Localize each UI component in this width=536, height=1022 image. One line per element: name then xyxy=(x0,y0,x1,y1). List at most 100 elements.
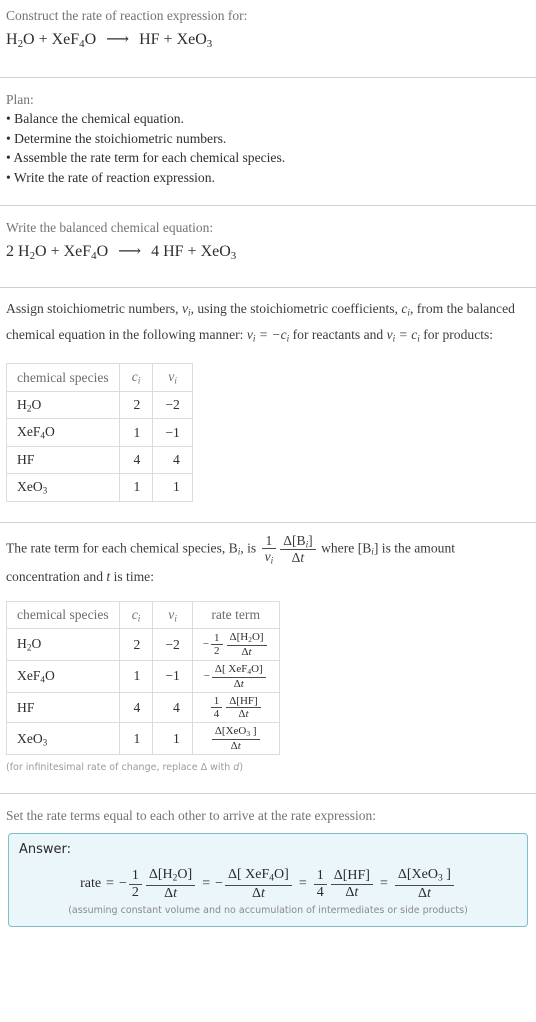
fraction-denominator: Δt xyxy=(226,707,261,720)
reaction-arrow-icon: ⟶ xyxy=(118,243,142,261)
stoichiometric-table: chemical species ci νi H2O 2 −2 XeF4O 1 … xyxy=(6,363,193,502)
cell-c-xeo3: 1 xyxy=(118,472,154,502)
coefficient-hydrogen-fluoride: 4 xyxy=(151,243,160,261)
fraction-denominator: 4 xyxy=(313,883,327,901)
fraction-denominator: Δt xyxy=(225,884,292,902)
fraction-numerator: Δ[HF] xyxy=(229,694,258,707)
symbol-nu-i: νi xyxy=(181,301,191,318)
fraction-denominator: Δt xyxy=(330,883,373,901)
footnote-text-2: ) xyxy=(239,762,244,774)
fraction-delta-xeo3-over-delta-t: Δ[XeO3 ] Δt xyxy=(394,867,454,901)
cell-nu-xeo3: 1 xyxy=(152,722,193,756)
fraction-denominator: Δt xyxy=(145,884,196,902)
assumption-note: (assuming constant volume and no accumul… xyxy=(68,905,468,917)
reaction-arrow-icon: ⟶ xyxy=(106,31,130,48)
cell-nu-xef4o: −1 xyxy=(152,418,193,447)
cell-rate-term-hf: 1 4 Δ[HF] Δt xyxy=(191,691,280,724)
balanced-equation-section: Write the balanced chemical equation: 2 … xyxy=(0,206,536,287)
fraction-numerator: 1 xyxy=(131,868,139,884)
plus-sign: + xyxy=(50,243,64,261)
final-answer-section: Set the rate terms equal to each other t… xyxy=(0,794,536,933)
cell-species-water: H2O xyxy=(6,628,120,662)
column-header-species: chemical species xyxy=(6,600,120,630)
fraction-numerator: Δ[H2O] xyxy=(229,631,264,645)
fraction-denominator: Δt xyxy=(226,644,267,658)
equation-nu-equals-c: νi = ci xyxy=(386,326,420,344)
fraction-numerator: Δ[H2O] xyxy=(148,867,193,884)
cell-c-hf: 4 xyxy=(118,691,154,724)
fraction-delta-hf-over-delta-t: Δ[HF] Δt xyxy=(330,868,373,901)
minus-sign: − xyxy=(203,669,210,682)
fraction-denominator: Δt xyxy=(280,549,316,565)
cell-species-water: H2O xyxy=(6,390,120,420)
stoich-text-1: Assign stoichiometric numbers, xyxy=(6,301,182,317)
cell-nu-xeo3: 1 xyxy=(152,472,193,502)
cell-nu-xef4o: −1 xyxy=(152,660,193,693)
stoich-paragraph: Assign stoichiometric numbers, νi, using… xyxy=(6,298,530,349)
symbol-bracket-B-i: [Bi] xyxy=(357,540,379,557)
plan-step-4: • Write the rate of reaction expression. xyxy=(6,169,215,185)
fraction-numerator: Δ[ XeF4O] xyxy=(214,663,263,677)
plan-heading: Plan: xyxy=(6,92,34,108)
cell-species-xeo3: XeO3 xyxy=(6,472,120,502)
table-row: H2O 2 −2 −1 2 Δ[H2O] Δt xyxy=(6,628,280,662)
prompt-section: Construct the rate of reaction expressio… xyxy=(0,0,536,77)
fraction-numerator: Δ[HF] xyxy=(333,868,370,884)
plan-step-3: • Assemble the rate term for each chemic… xyxy=(6,150,286,166)
step-by-step-solution-page: Construct the rate of reaction expressio… xyxy=(0,0,536,933)
fraction-delta-conc-over-delta-t: Δ[HF] Δt xyxy=(226,694,261,721)
cell-c-xef4o: 1 xyxy=(118,660,154,693)
reactant-xenon-oxytetrafluoride: XeF4O xyxy=(63,243,109,263)
column-header-rate-term: rate term xyxy=(191,600,280,630)
product-hydrogen-fluoride: HF xyxy=(139,31,160,48)
fraction-delta-conc-over-delta-t: Δ[XeO3 ] Δt xyxy=(211,725,260,752)
column-header-nu: νi xyxy=(152,600,193,630)
symbol-B-i: Bi xyxy=(228,540,241,557)
fraction-numerator: Δ[XeO3 ] xyxy=(397,867,451,884)
cell-rate-term-xef4o: − Δ[ XeF4O] Δt xyxy=(191,660,280,693)
table-row: H2O 2 −2 xyxy=(6,390,193,420)
balanced-heading: Write the balanced chemical equation: xyxy=(6,220,214,236)
table-row: XeF4O 1 −1 − Δ[ XeF4O] Δt xyxy=(6,660,280,693)
column-header-nu: νi xyxy=(152,363,193,392)
column-header-c: ci xyxy=(118,363,154,392)
table-header-row: chemical species ci νi xyxy=(6,363,193,392)
table-header-row: chemical species ci νi rate term xyxy=(6,600,280,630)
fraction-delta-conc-over-delta-t: Δ[ XeF4O] Δt xyxy=(211,663,266,690)
rate-expression: rate = −1 2 Δ[H2O] Δt = − Δ[ XeF4O] Δt = 1 4 Δ[HF] Δt =… xyxy=(19,867,517,901)
rate-term-text-2: , is xyxy=(240,540,260,556)
fraction-one-half: 12 xyxy=(211,632,223,658)
reactant-water: H2O xyxy=(18,243,47,263)
fraction-denominator: νi xyxy=(261,547,277,566)
cell-nu-water: −2 xyxy=(152,390,193,420)
balanced-equation: 2 H2O + XeF4O ⟶ 4 HF + XeO3 xyxy=(6,239,530,269)
rate-word: rate xyxy=(80,876,102,892)
fraction-numerator: 1 xyxy=(214,631,220,644)
product-xenon-trioxide: XeO3 xyxy=(176,31,213,51)
fraction-denominator: 2 xyxy=(211,644,223,657)
plus-sign: + xyxy=(38,31,52,48)
fraction-one-over-nu: 1 νi xyxy=(261,532,277,566)
equals-sign: = xyxy=(106,876,114,892)
stoich-text-2: , using the stoichiometric coefficients, xyxy=(190,301,402,317)
fraction-denominator: 4 xyxy=(210,707,223,720)
fraction-numerator: Δ[XeO3 ] xyxy=(214,725,257,739)
cell-rate-term-water: −1 2 Δ[H2O] Δt xyxy=(191,628,280,662)
fraction-one-half: 12 xyxy=(128,868,142,901)
table-row: HF 4 4 1 4 Δ[HF] Δt xyxy=(6,691,280,724)
cell-c-hf: 4 xyxy=(118,445,154,474)
fraction-numerator: 1 xyxy=(265,532,273,548)
rate-term-section: The rate term for each chemical species,… xyxy=(0,523,536,794)
equals-sign-3: = xyxy=(298,876,307,892)
table-row: XeO3 1 1 xyxy=(6,472,193,502)
stoichiometric-numbers-section: Assign stoichiometric numbers, νi, using… xyxy=(0,288,536,521)
cell-nu-hf: 4 xyxy=(152,445,193,474)
plan-step-2: • Determine the stoichiometric numbers. xyxy=(6,130,227,146)
fraction-denominator: 2 xyxy=(128,883,142,901)
table-row: XeF4O 1 −1 xyxy=(6,418,193,447)
answer-label: Answer: xyxy=(19,842,72,858)
table-row: XeO3 1 1 Δ[XeO3 ] Δt xyxy=(6,722,280,756)
fraction-delta-B-over-delta-t: Δ[Bi] Δt xyxy=(280,533,316,566)
rate-term-text-6: is time: xyxy=(110,568,154,584)
stoich-text-5: for products: xyxy=(419,326,494,342)
